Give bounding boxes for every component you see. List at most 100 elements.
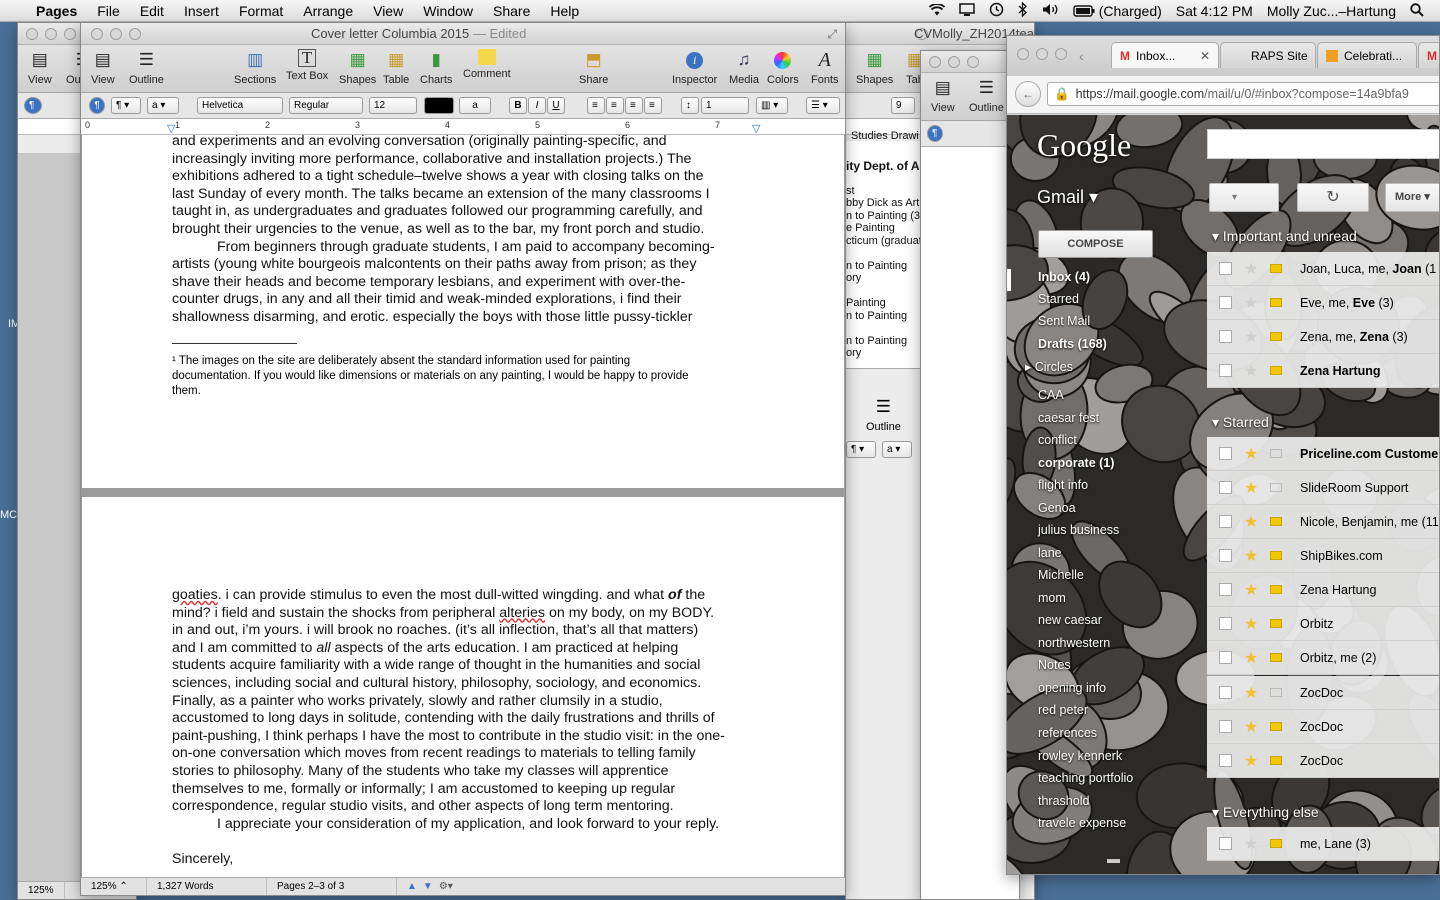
mail-row[interactable]: ★ me, Lane (3) <box>1207 827 1439 861</box>
line-spacing-field[interactable]: 1 <box>701 97 749 114</box>
shapes-button[interactable]: ▦ Shapes <box>339 49 376 86</box>
address-bar[interactable]: 🔒 https://mail.google.com/mail/u/0/#inbo… <box>1047 82 1439 106</box>
sections-button[interactable]: ▥ Sections <box>234 49 276 86</box>
star-icon[interactable]: ★ <box>1244 293 1260 313</box>
mail-row[interactable]: ★ Nicole, Benjamin, me (11 <box>1207 505 1439 539</box>
paragraph-styles-icon[interactable]: ¶ <box>89 97 105 114</box>
star-icon[interactable]: ★ <box>1244 327 1260 347</box>
star-icon[interactable]: ★ <box>1244 444 1260 464</box>
more-button[interactable]: More ▾ <box>1385 183 1439 212</box>
bluetooth-icon[interactable] <box>1018 1 1028 20</box>
colors-button[interactable]: Colors <box>767 49 799 86</box>
row-checkbox[interactable] <box>1219 296 1232 309</box>
font-size-field[interactable]: 12 <box>369 97 417 114</box>
star-icon[interactable]: ★ <box>1244 614 1260 634</box>
nav-item[interactable]: conflict <box>1038 433 1077 447</box>
share-button[interactable]: ⬒ Share <box>579 49 608 86</box>
tab-inbox[interactable]: M Inbox... ✕ <box>1111 42 1219 68</box>
third-minimize-button[interactable] <box>948 55 960 68</box>
nav-item[interactable]: flight info <box>1038 478 1088 492</box>
importance-marker-icon[interactable] <box>1270 449 1282 458</box>
mail-row[interactable]: ★ ZocDoc <box>1207 710 1439 744</box>
main-pages-window[interactable]: Cover letter Columbia 2015 — Edited ⤢ ▤ V… <box>80 22 846 896</box>
nav-item[interactable]: rowley kennerk <box>1038 749 1122 763</box>
menu-format[interactable]: Format <box>229 3 293 19</box>
outline-button[interactable]: ☰ Outline <box>129 49 164 86</box>
importance-marker-icon[interactable] <box>1270 551 1282 560</box>
row-checkbox[interactable] <box>1219 330 1232 343</box>
row-checkbox[interactable] <box>1219 837 1232 850</box>
row-checkbox[interactable] <box>1219 447 1232 460</box>
character-style-select[interactable]: a ▾ <box>147 97 179 114</box>
page-2-body[interactable]: and experiments and an evolving conversa… <box>172 133 762 327</box>
importance-marker-icon[interactable] <box>1270 517 1282 526</box>
font-typeface-select[interactable]: Regular <box>289 97 363 114</box>
volume-icon[interactable] <box>1042 3 1059 19</box>
time-machine-icon[interactable] <box>989 2 1004 20</box>
importance-marker-icon[interactable] <box>1270 366 1282 375</box>
fonts-button[interactable]: A Fonts <box>811 49 839 87</box>
cv-shapes-button[interactable]: ▦ Shapes <box>856 49 893 86</box>
menu-edit[interactable]: Edit <box>130 3 174 19</box>
inspector-button[interactable]: i Inspector <box>672 49 717 86</box>
cv-paragraph-select[interactable]: ¶ ▾ <box>846 441 876 458</box>
chat-bubble-icon[interactable]: ▬ <box>1107 851 1120 866</box>
section-starred[interactable]: ▾ Starred <box>1212 414 1269 431</box>
list-style-select[interactable]: ☰ ▾ <box>806 97 840 114</box>
importance-marker-icon[interactable] <box>1270 264 1282 273</box>
cv-spacing-field[interactable]: 9 <box>891 97 915 114</box>
nav-back-icon[interactable]: ← <box>1015 81 1041 107</box>
text-color-well[interactable] <box>424 97 454 114</box>
importance-marker-icon[interactable] <box>1270 298 1282 307</box>
star-icon[interactable]: ★ <box>1244 751 1260 771</box>
mail-row[interactable]: ★ Orbitz <box>1207 607 1439 641</box>
spotlight-icon[interactable] <box>1410 2 1424 20</box>
mail-row[interactable]: ★ Priceline.com Custome <box>1207 437 1439 471</box>
nav-item[interactable]: julius business <box>1038 523 1119 537</box>
menu-window[interactable]: Window <box>413 3 483 19</box>
menu-insert[interactable]: Insert <box>174 3 229 19</box>
highlight-color-well[interactable]: a <box>459 97 491 114</box>
back-view-button[interactable]: ▤ View <box>28 49 52 86</box>
nav-item[interactable]: northwestern <box>1038 636 1110 650</box>
menu-view[interactable]: View <box>363 3 413 19</box>
importance-marker-icon[interactable] <box>1270 619 1282 628</box>
browser-minimize-button[interactable] <box>1036 48 1048 60</box>
back-paragraph-icon[interactable]: ¶ <box>24 97 42 114</box>
nav-item[interactable]: Notes <box>1038 658 1071 672</box>
star-icon[interactable]: ★ <box>1244 648 1260 668</box>
third-window-titlebar[interactable] <box>921 51 1019 73</box>
document-canvas[interactable]: and experiments and an evolving conversa… <box>81 133 845 895</box>
row-checkbox[interactable] <box>1219 481 1232 494</box>
nav-item[interactable]: travele expense <box>1038 816 1126 830</box>
mail-row[interactable]: ★ Zena, me, Zena (3) <box>1207 320 1439 354</box>
menu-help[interactable]: Help <box>540 3 589 19</box>
main-window-titlebar[interactable]: Cover letter Columbia 2015 — Edited ⤢ <box>81 23 845 45</box>
main-close-button[interactable] <box>91 27 103 40</box>
menu-arrange[interactable]: Arrange <box>293 3 363 19</box>
nav-item[interactable]: thrashold <box>1038 794 1089 808</box>
compose-button[interactable]: COMPOSE <box>1038 230 1153 258</box>
word-count[interactable]: 1,327 Words <box>147 878 267 895</box>
nav-item[interactable]: Sent Mail <box>1038 314 1090 328</box>
nav-item[interactable]: lane <box>1038 546 1062 560</box>
nav-item[interactable]: red peter <box>1038 703 1088 717</box>
nav-item[interactable]: corporate (1) <box>1038 456 1114 470</box>
paragraph-style-select[interactable]: ¶ ▾ <box>111 97 141 114</box>
mail-row[interactable]: ★ SlideRoom Support <box>1207 471 1439 505</box>
back-minimize-button[interactable] <box>45 27 57 40</box>
nav-item[interactable]: Starred <box>1038 292 1079 306</box>
browser-window[interactable]: ‹ M Inbox... ✕ RAPS Site Celebrati... M … <box>1006 35 1440 875</box>
menu-share[interactable]: Share <box>483 3 540 19</box>
star-icon[interactable]: ★ <box>1244 834 1260 854</box>
nav-item[interactable]: references <box>1038 726 1097 740</box>
media-button[interactable]: ♫ Media <box>729 49 759 86</box>
section-everything-else[interactable]: ▾ Everything else <box>1212 804 1319 821</box>
third-pages-window[interactable]: ▤ View ☰ Outline ¶ <box>920 50 1020 900</box>
browser-zoom-button[interactable] <box>1055 48 1067 60</box>
nav-item[interactable]: mom <box>1038 591 1066 605</box>
tab-gmail-2[interactable]: M <box>1418 42 1439 68</box>
importance-marker-icon[interactable] <box>1270 332 1282 341</box>
third-zoom-button[interactable] <box>967 55 979 68</box>
nav-item[interactable]: teaching portfolio <box>1038 771 1133 785</box>
